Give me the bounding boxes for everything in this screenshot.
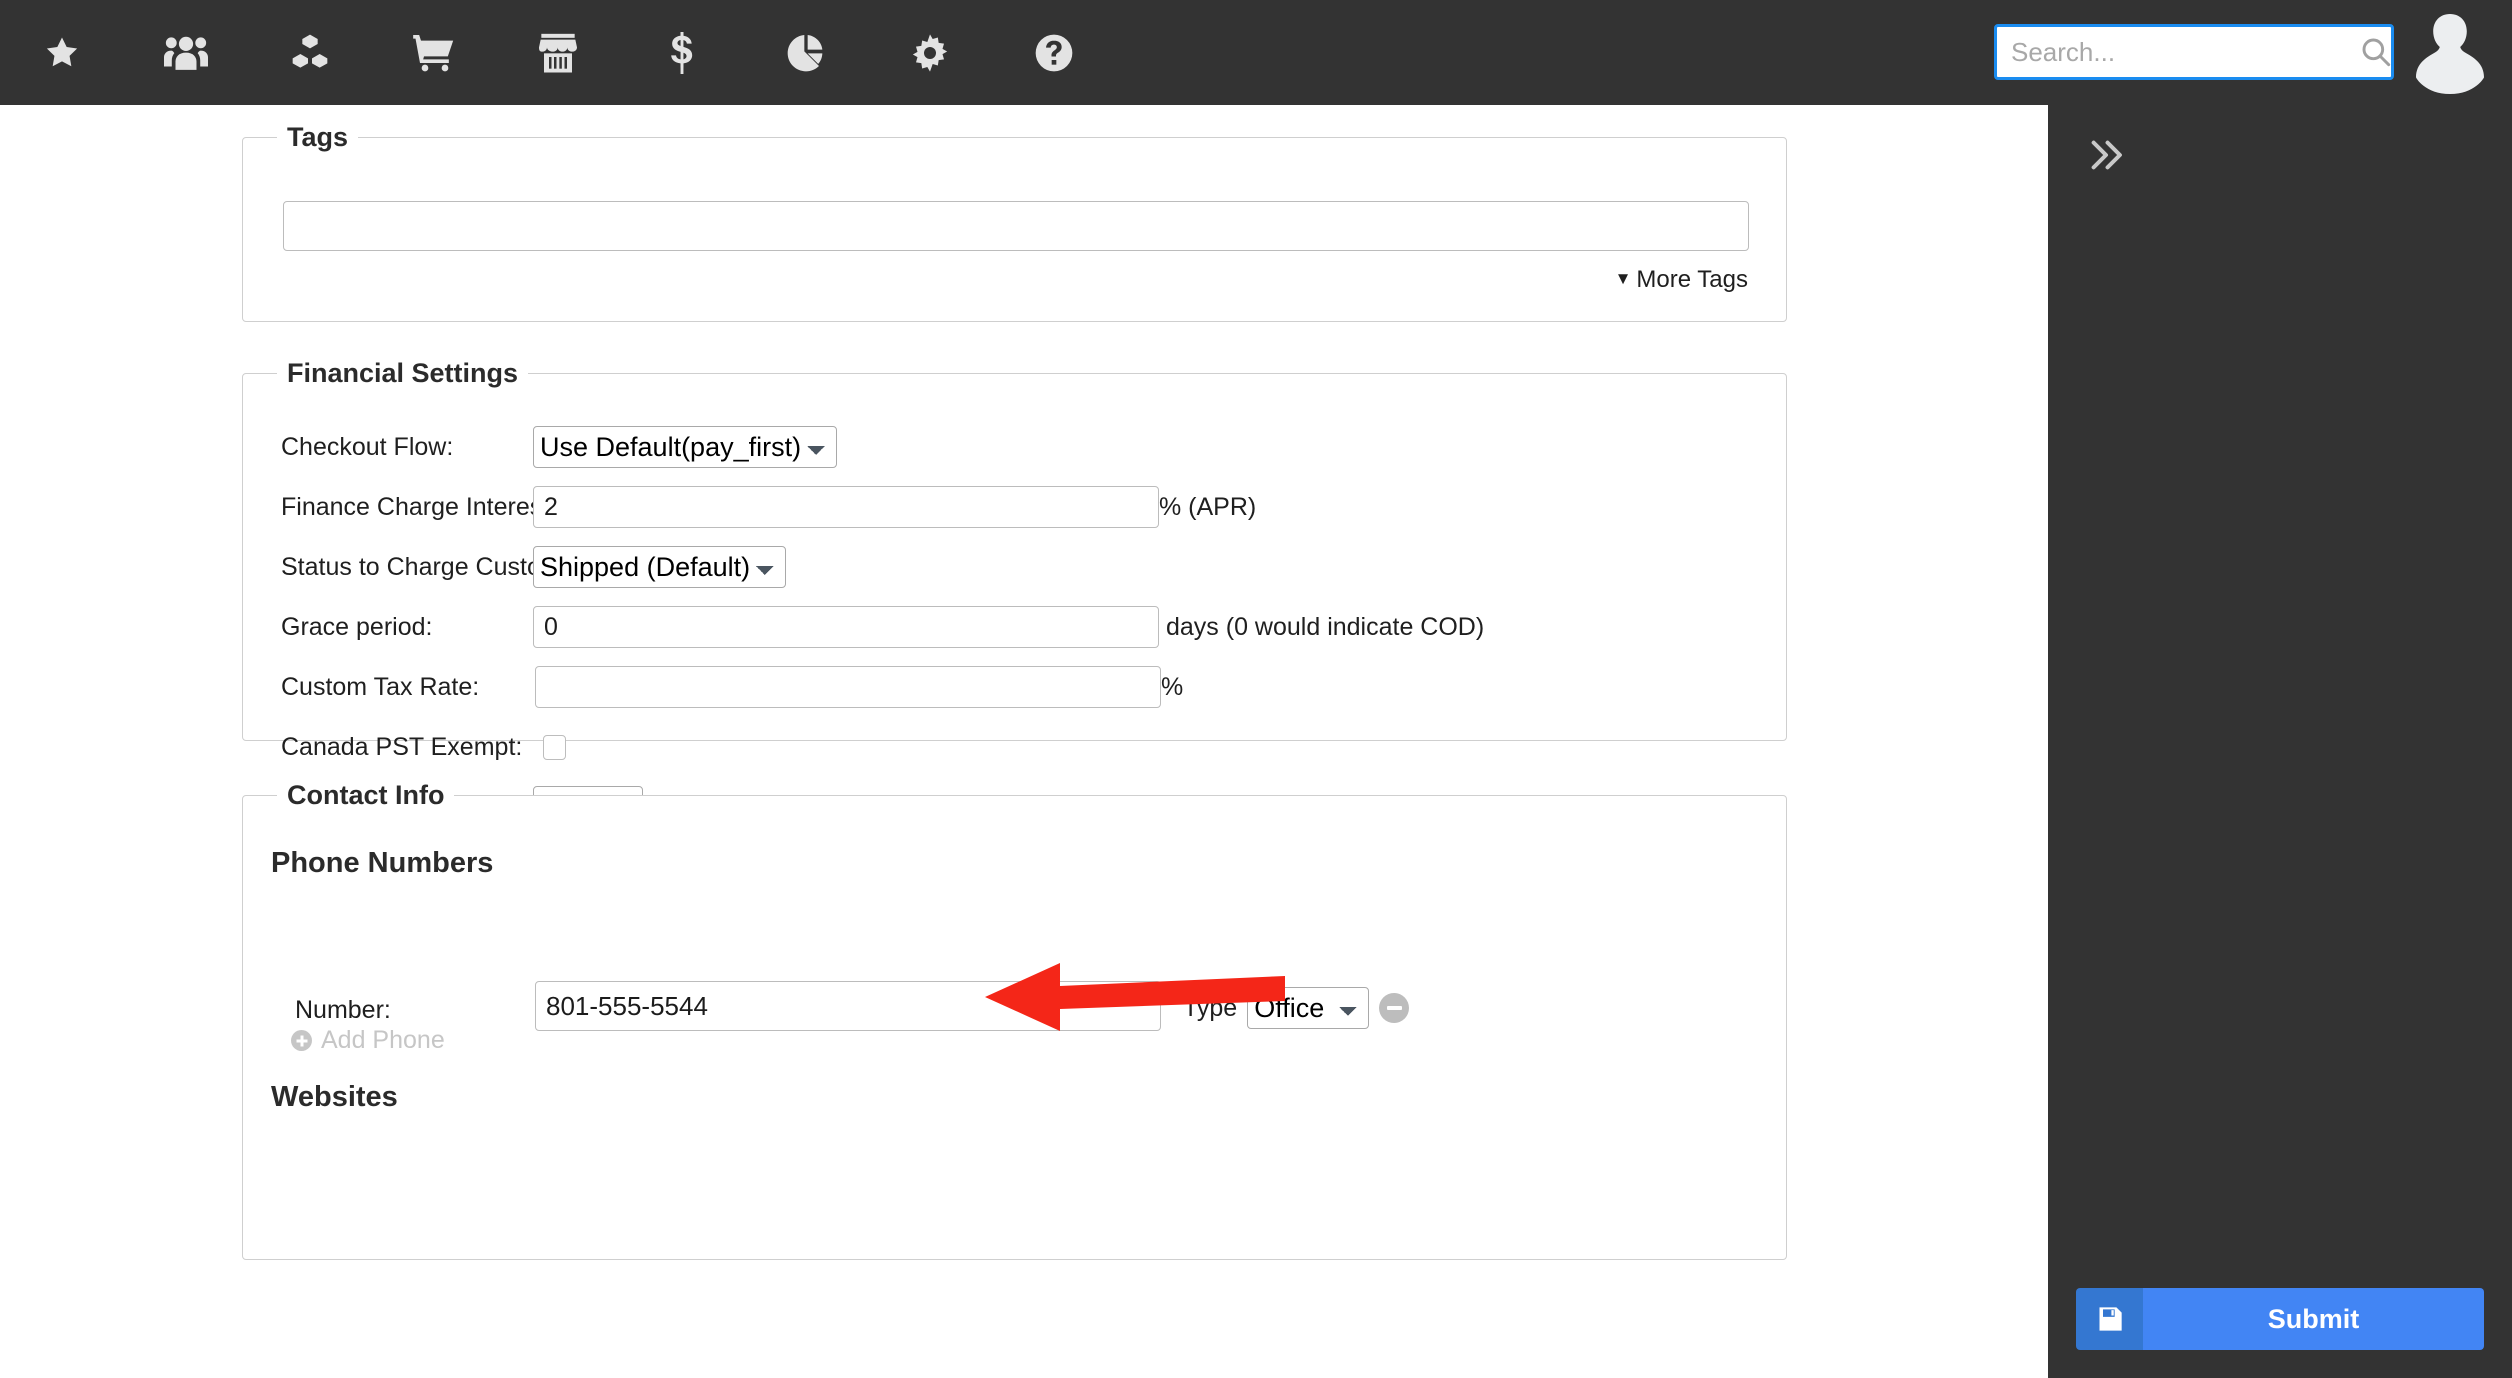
chevron-double-right-icon[interactable] (2081, 130, 2131, 180)
contact-info-panel: Contact Info Phone Numbers Number: Type … (242, 780, 1787, 1260)
grace-period-label: Grace period: (281, 612, 433, 641)
search-box[interactable] (1994, 24, 2394, 80)
help-icon[interactable] (992, 0, 1116, 105)
dollar-icon[interactable] (620, 0, 744, 105)
finance-charge-row: Finance Charge Interest Rate: % (APR) (243, 486, 1786, 528)
grace-period-input[interactable] (533, 606, 1159, 648)
phone-number-input[interactable] (535, 981, 1161, 1031)
search-input[interactable] (1997, 27, 2360, 77)
more-tags-label: More Tags (1636, 266, 1748, 293)
chevron-down-icon: ▼ (1614, 269, 1632, 288)
pie-chart-icon[interactable] (744, 0, 868, 105)
tags-panel: Tags ▼ More Tags (242, 122, 1787, 322)
submit-bar[interactable]: Submit (2076, 1288, 2484, 1350)
grace-period-suffix: days (0 would indicate COD) (1166, 612, 1485, 641)
canada-pst-label: Canada PST Exempt: (281, 732, 523, 761)
user-avatar-icon[interactable] (2412, 10, 2488, 98)
submit-button[interactable]: Submit (2143, 1288, 2484, 1350)
shopping-cart-icon[interactable] (372, 0, 496, 105)
custom-tax-rate-suffix: % (1161, 672, 1184, 701)
status-to-charge-row: Status to Charge Customer: Shipped (Defa… (243, 546, 1786, 588)
cubes-icon[interactable] (248, 0, 372, 105)
grace-period-row: Grace period: days (0 would indicate COD… (243, 606, 1786, 648)
search-icon[interactable] (2360, 27, 2392, 77)
app-root: Tags ▼More Tags Financial Settings Check… (0, 0, 2512, 1378)
contact-info-legend: Contact Info (287, 780, 445, 810)
checkout-flow-row: Checkout Flow: Use Default(pay_first)pay… (243, 426, 1786, 468)
phone-numbers-heading: Phone Numbers (271, 847, 494, 879)
plus-circle-icon (291, 1030, 312, 1051)
add-phone-label: Add Phone (321, 1026, 445, 1054)
right-sidebar: Submit (2048, 105, 2512, 1378)
financial-settings-legend: Financial Settings (287, 358, 519, 388)
custom-tax-rate-label: Custom Tax Rate: (281, 672, 480, 701)
save-floppy-icon (2076, 1288, 2143, 1350)
finance-charge-input[interactable] (533, 486, 1159, 528)
gear-icon[interactable] (868, 0, 992, 105)
more-tags-toggle[interactable]: ▼ More Tags (1615, 266, 1748, 294)
store-icon[interactable] (496, 0, 620, 105)
add-phone-button[interactable]: Add Phone (291, 1026, 445, 1055)
phone-type-select[interactable]: OfficeMobileHomeFax (1247, 987, 1370, 1029)
websites-heading: Websites (271, 1081, 398, 1113)
canada-pst-row: Canada PST Exempt: (243, 727, 1786, 767)
nav-icon-group (0, 0, 1116, 105)
custom-tax-rate-row: Custom Tax Rate: % (243, 666, 1786, 708)
star-icon[interactable] (0, 0, 124, 105)
phone-number-label: Number: (295, 996, 391, 1024)
checkout-flow-select[interactable]: Use Default(pay_first)pay_firstpay_last (533, 426, 837, 468)
status-to-charge-select[interactable]: Shipped (Default)OrderedCompleted (533, 546, 786, 588)
financial-settings-panel: Financial Settings Checkout Flow: Use De… (242, 358, 1787, 929)
main-content-area: Tags ▼ More Tags Financial Settings Check… (0, 105, 2048, 1378)
phone-type-group: Type OfficeMobileHomeFax (1183, 987, 1410, 1029)
tags-input[interactable] (283, 201, 1749, 251)
tags-legend: Tags (287, 122, 349, 152)
minus-circle-icon[interactable] (1379, 993, 1410, 1023)
finance-charge-suffix: % (APR) (1159, 492, 1257, 521)
checkout-flow-label: Checkout Flow: (281, 432, 454, 461)
phone-type-label: Type (1183, 993, 1238, 1022)
users-icon[interactable] (124, 0, 248, 105)
top-navigation-bar (0, 0, 2512, 105)
custom-tax-rate-input[interactable] (535, 666, 1161, 708)
canada-pst-checkbox[interactable] (543, 734, 566, 760)
